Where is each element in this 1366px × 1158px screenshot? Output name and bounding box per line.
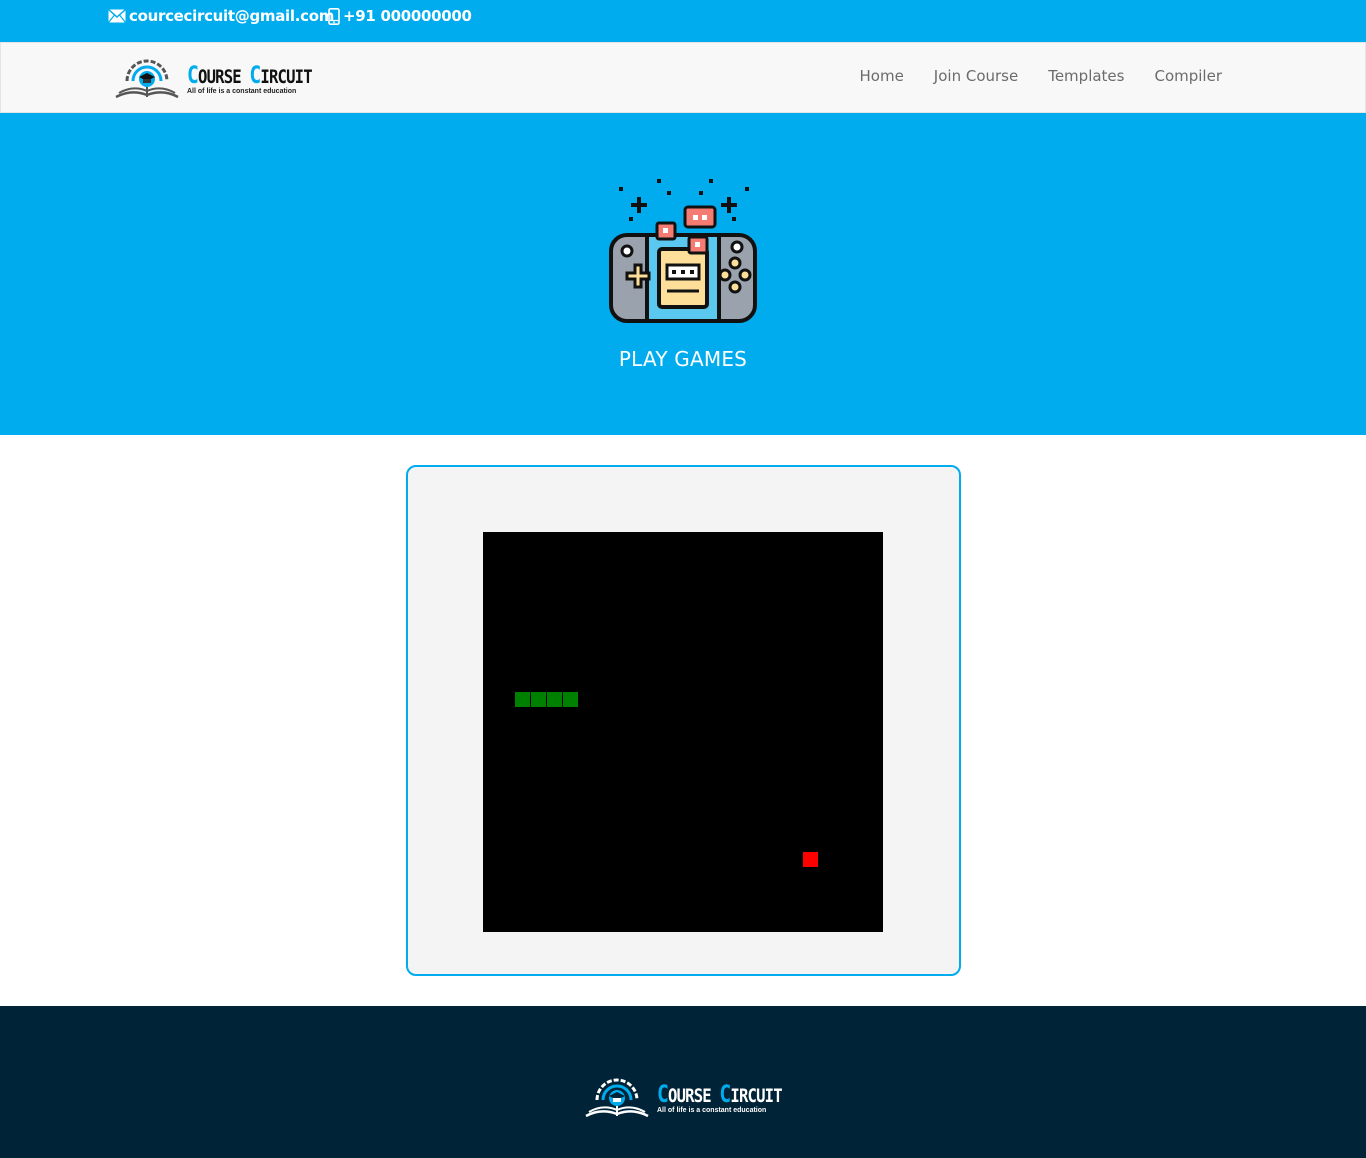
top-contact-bar: courcecircuit@gmail.com +91 000000000 xyxy=(0,0,1366,42)
main-navbar: COURSE CIRCUIT All of life is a constant… xyxy=(0,42,1366,113)
nav-item-compiler[interactable]: Compiler xyxy=(1139,67,1222,85)
snake-segment xyxy=(563,692,578,707)
footer-brand-logo[interactable]: COURSE CIRCUIT All of life is a constant… xyxy=(583,1076,809,1120)
brand-name: COURSE CIRCUIT xyxy=(187,61,313,89)
footer-brand-name: COURSE CIRCUIT xyxy=(657,1080,783,1108)
footer-brand-tagline: All of life is a constant education xyxy=(657,1107,767,1114)
snake-game-board[interactable] xyxy=(483,532,883,932)
game-console-icon xyxy=(609,179,757,323)
brand-logo[interactable]: COURSE CIRCUIT All of life is a constant… xyxy=(113,57,339,101)
snake-segment xyxy=(515,692,530,707)
food-item xyxy=(803,852,818,867)
nav-item-templates[interactable]: Templates xyxy=(1033,67,1139,85)
contact-email-text: courcecircuit@gmail.com xyxy=(129,7,335,25)
envelope-icon xyxy=(108,9,126,23)
contact-phone[interactable]: +91 000000000 xyxy=(328,6,472,26)
snake-segment xyxy=(547,692,562,707)
contact-email[interactable]: courcecircuit@gmail.com xyxy=(108,6,334,26)
graduation-book-logo-icon xyxy=(585,1078,649,1118)
game-card xyxy=(406,465,961,976)
nav-item-join-course[interactable]: Join Course xyxy=(919,67,1033,85)
brand-tagline: All of life is a constant education xyxy=(187,88,297,95)
snake-segment xyxy=(531,692,546,707)
mobile-phone-icon xyxy=(328,7,340,25)
graduation-book-logo-icon xyxy=(115,59,179,99)
footer: COURSE CIRCUIT All of life is a constant… xyxy=(0,1006,1366,1158)
contact-phone-text: +91 000000000 xyxy=(343,7,472,25)
hero-title: PLAY GAMES xyxy=(618,347,748,371)
nav-item-home[interactable]: Home xyxy=(845,67,919,85)
hero-banner: PLAY GAMES xyxy=(0,113,1366,435)
nav-menu: Home Join Course Templates Compiler xyxy=(845,67,1223,85)
